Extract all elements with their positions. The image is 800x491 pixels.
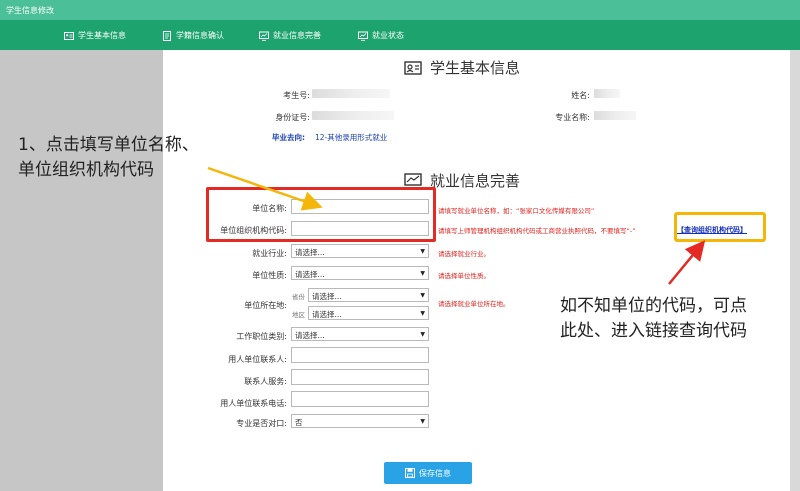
contact-phone-input[interactable]	[291, 391, 429, 407]
industry-select[interactable]: 请选择... ▼	[291, 244, 429, 258]
contact-service-input[interactable]	[291, 369, 429, 385]
id-no-value-redacted	[312, 111, 394, 120]
left-panel	[0, 50, 163, 491]
job-category-select[interactable]: 请选择... ▼	[291, 327, 429, 341]
destination-value: 12-其他录用形式就业	[315, 133, 388, 142]
select-value: 否	[295, 418, 303, 427]
id-card-icon	[404, 60, 422, 75]
province-select[interactable]: 请选择... ▼	[308, 288, 429, 302]
nav-label: 就业信息完善	[273, 31, 321, 40]
select-value: 请选择...	[295, 248, 325, 257]
district-select[interactable]: 请选择... ▼	[308, 306, 429, 320]
nav-label: 就业状态	[372, 31, 404, 40]
chevron-down-icon: ▼	[420, 292, 425, 299]
right-scroll-area	[790, 50, 800, 491]
basic-info-heading: 学生基本信息	[404, 57, 520, 78]
select-value: 请选择...	[295, 331, 325, 340]
name-label: 姓名:	[571, 91, 590, 100]
floppy-disk-icon	[405, 468, 415, 478]
industry-hint: 请选择就业行业。	[438, 250, 490, 258]
select-value: 请选择...	[312, 292, 342, 301]
job-category-label: 工作职位类别:	[236, 332, 287, 341]
exam-no-value-redacted	[312, 89, 390, 98]
select-value: 请选择...	[312, 310, 342, 319]
monitor-chart-icon	[358, 31, 368, 41]
annotation-right: 如不知单位的代码，可点 此处、进入链接查询代码	[560, 294, 747, 344]
chevron-down-icon: ▼	[420, 331, 425, 338]
destination-label: 毕业去向:	[272, 133, 305, 142]
annotation-left-line2: 单位组织机构代码	[18, 160, 154, 180]
contact-person-input[interactable]	[291, 347, 429, 363]
select-value: 请选择...	[295, 270, 325, 279]
location-label: 单位所在地:	[244, 301, 287, 310]
contact-person-label: 用人单位联系人:	[228, 355, 287, 364]
district-label: 地区	[292, 311, 305, 319]
unit-nature-label: 单位性质:	[252, 271, 287, 280]
id-no-label: 身份证号:	[275, 113, 310, 122]
annotation-right-line1: 如不知单位的代码，可点	[560, 296, 747, 316]
highlight-frame-lookup-link	[674, 212, 766, 242]
chevron-down-icon: ▼	[420, 418, 425, 425]
nav-item-basic-info[interactable]: 学生基本信息	[64, 30, 126, 41]
major-match-label: 专业是否对口:	[236, 419, 287, 428]
section-title: 就业信息完善	[430, 172, 521, 190]
chevron-down-icon: ▼	[420, 248, 425, 255]
org-code-hint: 请填写上师管理机构组织机构代码或工商营业执照代码，不要填写“-”	[438, 227, 636, 235]
id-card-icon	[64, 31, 74, 40]
nav-label: 学籍信息确认	[176, 31, 224, 40]
major-match-select[interactable]: 否 ▼	[291, 414, 429, 428]
contact-service-label: 联系人服务:	[244, 377, 287, 386]
province-label: 省份	[292, 293, 305, 301]
location-hint: 请选择就业单位所在地。	[438, 300, 510, 308]
document-icon	[163, 30, 171, 41]
nav-label: 学生基本信息	[78, 31, 126, 40]
window-title: 学生信息修改	[0, 0, 800, 20]
unit-nature-hint: 请选择单位性质。	[438, 272, 490, 280]
arrow-to-lookup-link	[668, 240, 706, 285]
nav-item-enrollment-confirm[interactable]: 学籍信息确认	[162, 30, 224, 41]
annotation-left: 1、点击填写单位名称、 单位组织机构代码	[18, 133, 199, 183]
top-nav: 学生基本信息 学籍信息确认 就业信息完善 就业状态	[0, 20, 800, 50]
nav-item-employment-info[interactable]: 就业信息完善	[259, 30, 321, 41]
chevron-down-icon: ▼	[420, 270, 425, 277]
industry-label: 就业行业:	[252, 249, 287, 258]
annotation-right-line2: 此处、进入链接查询代码	[560, 321, 747, 341]
exam-no-label: 考生号:	[283, 91, 310, 100]
unit-name-hint: 请填写就业单位名称，如：“张家口文化传媒有限公司”	[438, 207, 595, 215]
chevron-down-icon: ▼	[420, 310, 425, 317]
contact-phone-label: 用人单位联系电话:	[220, 399, 287, 408]
save-button-label: 保存信息	[419, 468, 451, 478]
nav-item-employment-status[interactable]: 就业状态	[358, 30, 404, 41]
unit-nature-select[interactable]: 请选择... ▼	[291, 266, 429, 280]
highlight-frame-unit-fields	[206, 187, 436, 242]
save-button[interactable]: 保存信息	[384, 462, 472, 484]
major-label: 专业名称:	[555, 113, 590, 122]
monitor-chart-icon	[259, 31, 269, 41]
annotation-left-line1: 1、点击填写单位名称、	[18, 135, 199, 155]
section-title: 学生基本信息	[430, 59, 521, 77]
major-value-redacted	[594, 111, 636, 120]
name-value-redacted	[594, 89, 620, 98]
